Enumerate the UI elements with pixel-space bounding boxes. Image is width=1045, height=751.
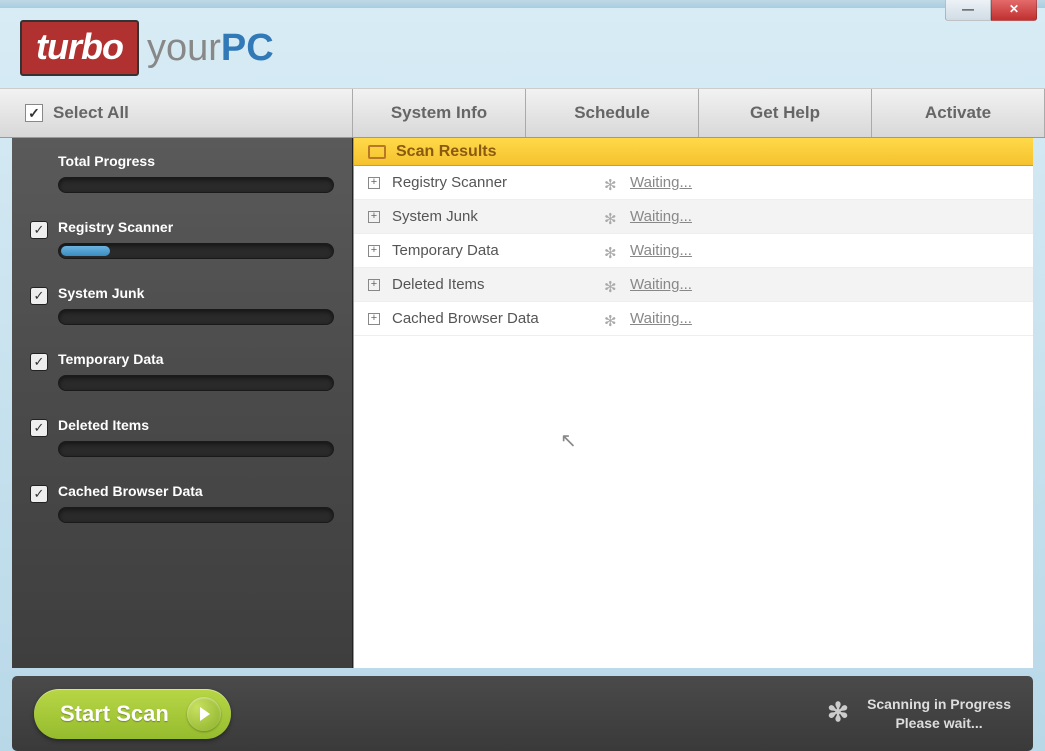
- play-icon: [187, 697, 221, 731]
- spinner-icon: ✻: [604, 278, 618, 292]
- status-line-2: Please wait...: [867, 714, 1011, 732]
- result-row[interactable]: + Cached Browser Data ✻ Waiting...: [354, 302, 1033, 336]
- monitor-icon: [368, 145, 386, 159]
- start-scan-label: Start Scan: [60, 701, 169, 727]
- start-scan-button[interactable]: Start Scan: [34, 689, 231, 739]
- checkbox-icon[interactable]: ✓: [30, 419, 48, 437]
- result-row[interactable]: + Temporary Data ✻ Waiting...: [354, 234, 1033, 268]
- result-name: System Junk: [392, 208, 592, 225]
- expand-icon[interactable]: +: [368, 177, 380, 189]
- result-status[interactable]: Waiting...: [630, 208, 692, 225]
- progress-bar: [58, 309, 334, 325]
- select-all-toggle[interactable]: ✓ Select All: [0, 89, 353, 137]
- checkbox-icon[interactable]: ✓: [30, 287, 48, 305]
- sidebar-item-system-junk[interactable]: ✓ System Junk: [30, 285, 334, 325]
- sidebar-item-registry[interactable]: ✓ Registry Scanner: [30, 219, 334, 259]
- sidebar-item-label: Temporary Data: [58, 351, 334, 367]
- logo-turbo: turbo: [20, 20, 139, 76]
- total-progress-bar: [58, 177, 334, 193]
- spinner-icon: ✻: [604, 244, 618, 258]
- logo-your: your: [147, 27, 221, 69]
- checkbox-icon[interactable]: ✓: [30, 221, 48, 239]
- expand-icon[interactable]: +: [368, 279, 380, 291]
- total-progress-section: Total Progress: [30, 153, 334, 193]
- tab-schedule[interactable]: Schedule: [526, 89, 699, 137]
- expand-icon[interactable]: +: [368, 313, 380, 325]
- result-row[interactable]: + Registry Scanner ✻ Waiting...: [354, 166, 1033, 200]
- result-name: Temporary Data: [392, 242, 592, 259]
- results-header: Scan Results: [354, 138, 1033, 166]
- results-title: Scan Results: [396, 143, 496, 161]
- spinner-icon: ✻: [604, 176, 618, 190]
- progress-bar: [58, 243, 334, 259]
- result-name: Registry Scanner: [392, 174, 592, 191]
- minimize-button[interactable]: —: [945, 0, 991, 21]
- result-name: Cached Browser Data: [392, 310, 592, 327]
- sidebar-item-label: System Junk: [58, 285, 334, 301]
- tab-system-info[interactable]: System Info: [353, 89, 526, 137]
- result-status[interactable]: Waiting...: [630, 242, 692, 259]
- checkmark-icon: ✓: [25, 104, 43, 122]
- result-row[interactable]: + Deleted Items ✻ Waiting...: [354, 268, 1033, 302]
- footer-bar: Start Scan Scanning in Progress Please w…: [12, 676, 1033, 751]
- app-logo: turbo yourPC: [20, 20, 274, 76]
- result-status[interactable]: Waiting...: [630, 310, 692, 327]
- progress-bar: [58, 507, 334, 523]
- close-button[interactable]: ✕: [991, 0, 1037, 21]
- sidebar: Total Progress ✓ Registry Scanner ✓ Syst…: [12, 138, 353, 668]
- sidebar-item-label: Deleted Items: [58, 417, 334, 433]
- expand-icon[interactable]: +: [368, 245, 380, 257]
- progress-bar: [58, 441, 334, 457]
- total-progress-label: Total Progress: [58, 153, 334, 169]
- select-all-label: Select All: [53, 103, 129, 123]
- sidebar-item-deleted-items[interactable]: ✓ Deleted Items: [30, 417, 334, 457]
- sidebar-item-temporary-data[interactable]: ✓ Temporary Data: [30, 351, 334, 391]
- progress-bar: [58, 375, 334, 391]
- spinner-icon: [827, 701, 853, 727]
- scan-status: Scanning in Progress Please wait...: [827, 695, 1011, 731]
- tab-get-help[interactable]: Get Help: [699, 89, 872, 137]
- results-panel: Scan Results + Registry Scanner ✻ Waitin…: [353, 138, 1033, 668]
- result-status[interactable]: Waiting...: [630, 276, 692, 293]
- expand-icon[interactable]: +: [368, 211, 380, 223]
- spinner-icon: ✻: [604, 210, 618, 224]
- tab-bar: ✓ Select All System Info Schedule Get He…: [0, 88, 1045, 138]
- sidebar-item-cached-browser[interactable]: ✓ Cached Browser Data: [30, 483, 334, 523]
- cursor-icon: ↖: [560, 428, 577, 453]
- result-status[interactable]: Waiting...: [630, 174, 692, 191]
- app-header: turbo yourPC: [0, 8, 1045, 88]
- logo-pc: PC: [221, 27, 274, 69]
- result-row[interactable]: + System Junk ✻ Waiting...: [354, 200, 1033, 234]
- sidebar-item-label: Cached Browser Data: [58, 483, 334, 499]
- result-name: Deleted Items: [392, 276, 592, 293]
- checkbox-icon[interactable]: ✓: [30, 485, 48, 503]
- checkbox-icon[interactable]: ✓: [30, 353, 48, 371]
- sidebar-item-label: Registry Scanner: [58, 219, 334, 235]
- status-line-1: Scanning in Progress: [867, 695, 1011, 713]
- tab-activate[interactable]: Activate: [872, 89, 1045, 137]
- spinner-icon: ✻: [604, 312, 618, 326]
